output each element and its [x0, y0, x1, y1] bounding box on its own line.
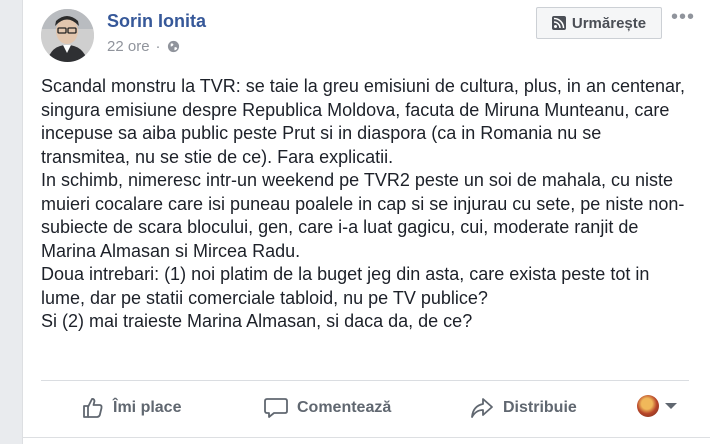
post-paragraph: In schimb, nimeresc intr-un weekend pe T…: [41, 170, 685, 261]
post-paragraph: Doua intrebari: (1) noi platim de la bug…: [41, 264, 650, 308]
comment-button[interactable]: Comentează: [263, 393, 391, 423]
card-bottom-border: [23, 437, 710, 438]
globe-icon[interactable]: [167, 40, 180, 53]
share-label: Distribuie: [503, 399, 577, 416]
post-paragraph: Scandal monstru la TVR: se taie la greu …: [41, 76, 686, 167]
speech-bubble-icon: [264, 398, 288, 418]
follow-button[interactable]: Urmărește: [536, 7, 662, 39]
meta-separator: ·: [155, 38, 161, 55]
author-photo: [41, 9, 94, 62]
like-label: Îmi place: [113, 399, 182, 416]
chevron-down-icon: [665, 403, 677, 409]
post-body: Scandal monstru la TVR: se taie la greu …: [41, 75, 693, 334]
thumbs-up-icon: [83, 398, 103, 418]
ellipsis-icon[interactable]: •••: [671, 7, 695, 27]
avatar[interactable]: [41, 9, 94, 62]
post-meta: 22 ore ·: [107, 38, 180, 55]
post-card: Sorin Ionita 22 ore · Urmărește ••• Scan…: [22, 0, 710, 444]
comment-label: Comentează: [297, 399, 392, 416]
post-time[interactable]: 22 ore: [107, 38, 150, 55]
share-arrow-icon: [471, 398, 493, 418]
share-button[interactable]: Distribuie: [469, 393, 577, 423]
like-button[interactable]: Îmi place: [81, 393, 181, 423]
author-name[interactable]: Sorin Ionita: [107, 11, 206, 32]
post-paragraph: Si (2) mai traieste Marina Almasan, si d…: [41, 311, 473, 331]
divider: [41, 380, 689, 381]
reaction-selector[interactable]: [637, 395, 677, 417]
page-avatar-icon: [637, 395, 659, 417]
rss-icon: [551, 16, 566, 30]
follow-label: Urmărește: [571, 14, 647, 32]
